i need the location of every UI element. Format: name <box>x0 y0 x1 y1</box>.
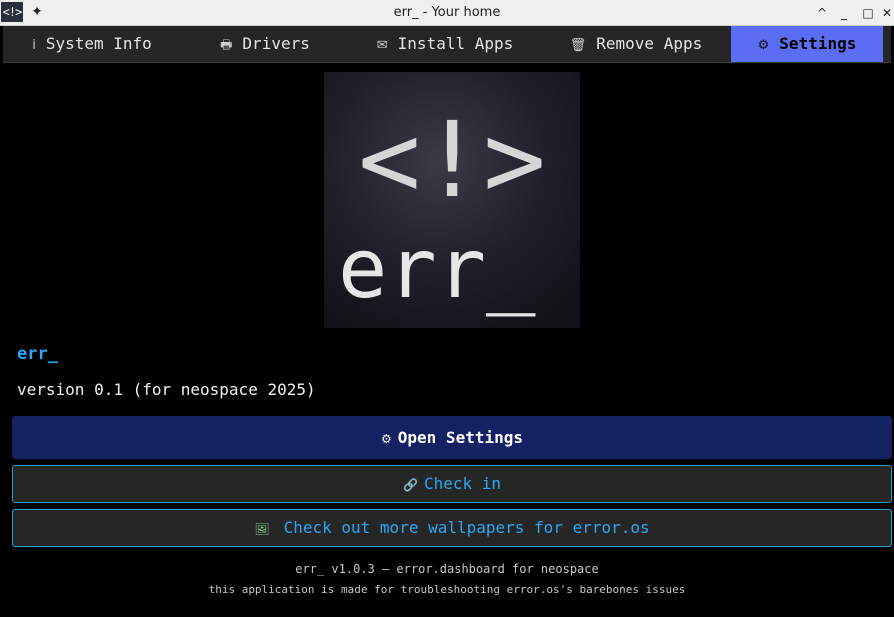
app-name-heading: err_ <box>17 344 58 364</box>
check-in-label: Check in <box>423 474 501 493</box>
open-settings-label: Open Settings <box>397 428 523 447</box>
wallpapers-label: Check out more wallpapers for error.os <box>283 518 650 537</box>
tab-label: System Info <box>45 34 152 53</box>
tab-system-info[interactable]: i System Info <box>3 26 181 62</box>
link-icon: 🔗 <box>402 478 418 492</box>
gear-icon: ⚙ <box>381 432 392 446</box>
err-logo-image: <!> err_ <box>324 72 580 328</box>
open-settings-button[interactable]: ⚙ Open Settings <box>12 416 892 459</box>
window-shade-button[interactable]: ^ <box>812 3 832 23</box>
tab-remove-apps[interactable]: 🗑 Remove Apps <box>541 26 731 62</box>
printer-icon: 🖶 <box>220 38 233 53</box>
tab-drivers[interactable]: 🖶 Drivers <box>181 26 349 62</box>
picture-icon: 🖼 <box>254 522 270 536</box>
window-title: err_ - Your home <box>393 5 501 20</box>
envelope-icon: ✉ <box>376 38 388 53</box>
check-in-button[interactable]: 🔗 Check in <box>12 465 892 503</box>
tab-settings[interactable]: ⚙ Settings <box>731 26 883 62</box>
gear-icon: ⚙ <box>757 38 770 53</box>
tab-bar: i System Info 🖶 Drivers ✉ Install Apps 🗑 Rem… <box>3 26 891 63</box>
version-text: version 0.1 (for neospace 2025) <box>17 380 316 399</box>
logo-symbol: <!> <box>358 99 546 221</box>
info-icon: i <box>32 38 36 53</box>
tab-label: Remove Apps <box>596 34 703 53</box>
window-maximize-button[interactable]: □ <box>858 3 878 23</box>
footer-version: err_ v1.0.3 — error.dashboard for neospa… <box>295 562 599 576</box>
tab-label: Settings <box>779 34 857 53</box>
title-bar: <!> ✦ err_ - Your home ^ _ □ ✕ <box>0 0 894 26</box>
window-close-button[interactable]: ✕ <box>877 3 894 23</box>
window-minimize-button[interactable]: _ <box>834 3 854 23</box>
footer-description: this application is made for troubleshoo… <box>208 583 686 596</box>
tab-label: Install Apps <box>397 34 514 53</box>
trash-icon: 🗑 <box>569 38 587 53</box>
logo-wordmark: err_ <box>338 222 536 317</box>
tab-label: Drivers <box>242 34 310 53</box>
wallpapers-button[interactable]: 🖼 Check out more wallpapers for error.os <box>12 509 892 547</box>
tab-install-apps[interactable]: ✉ Install Apps <box>349 26 541 62</box>
